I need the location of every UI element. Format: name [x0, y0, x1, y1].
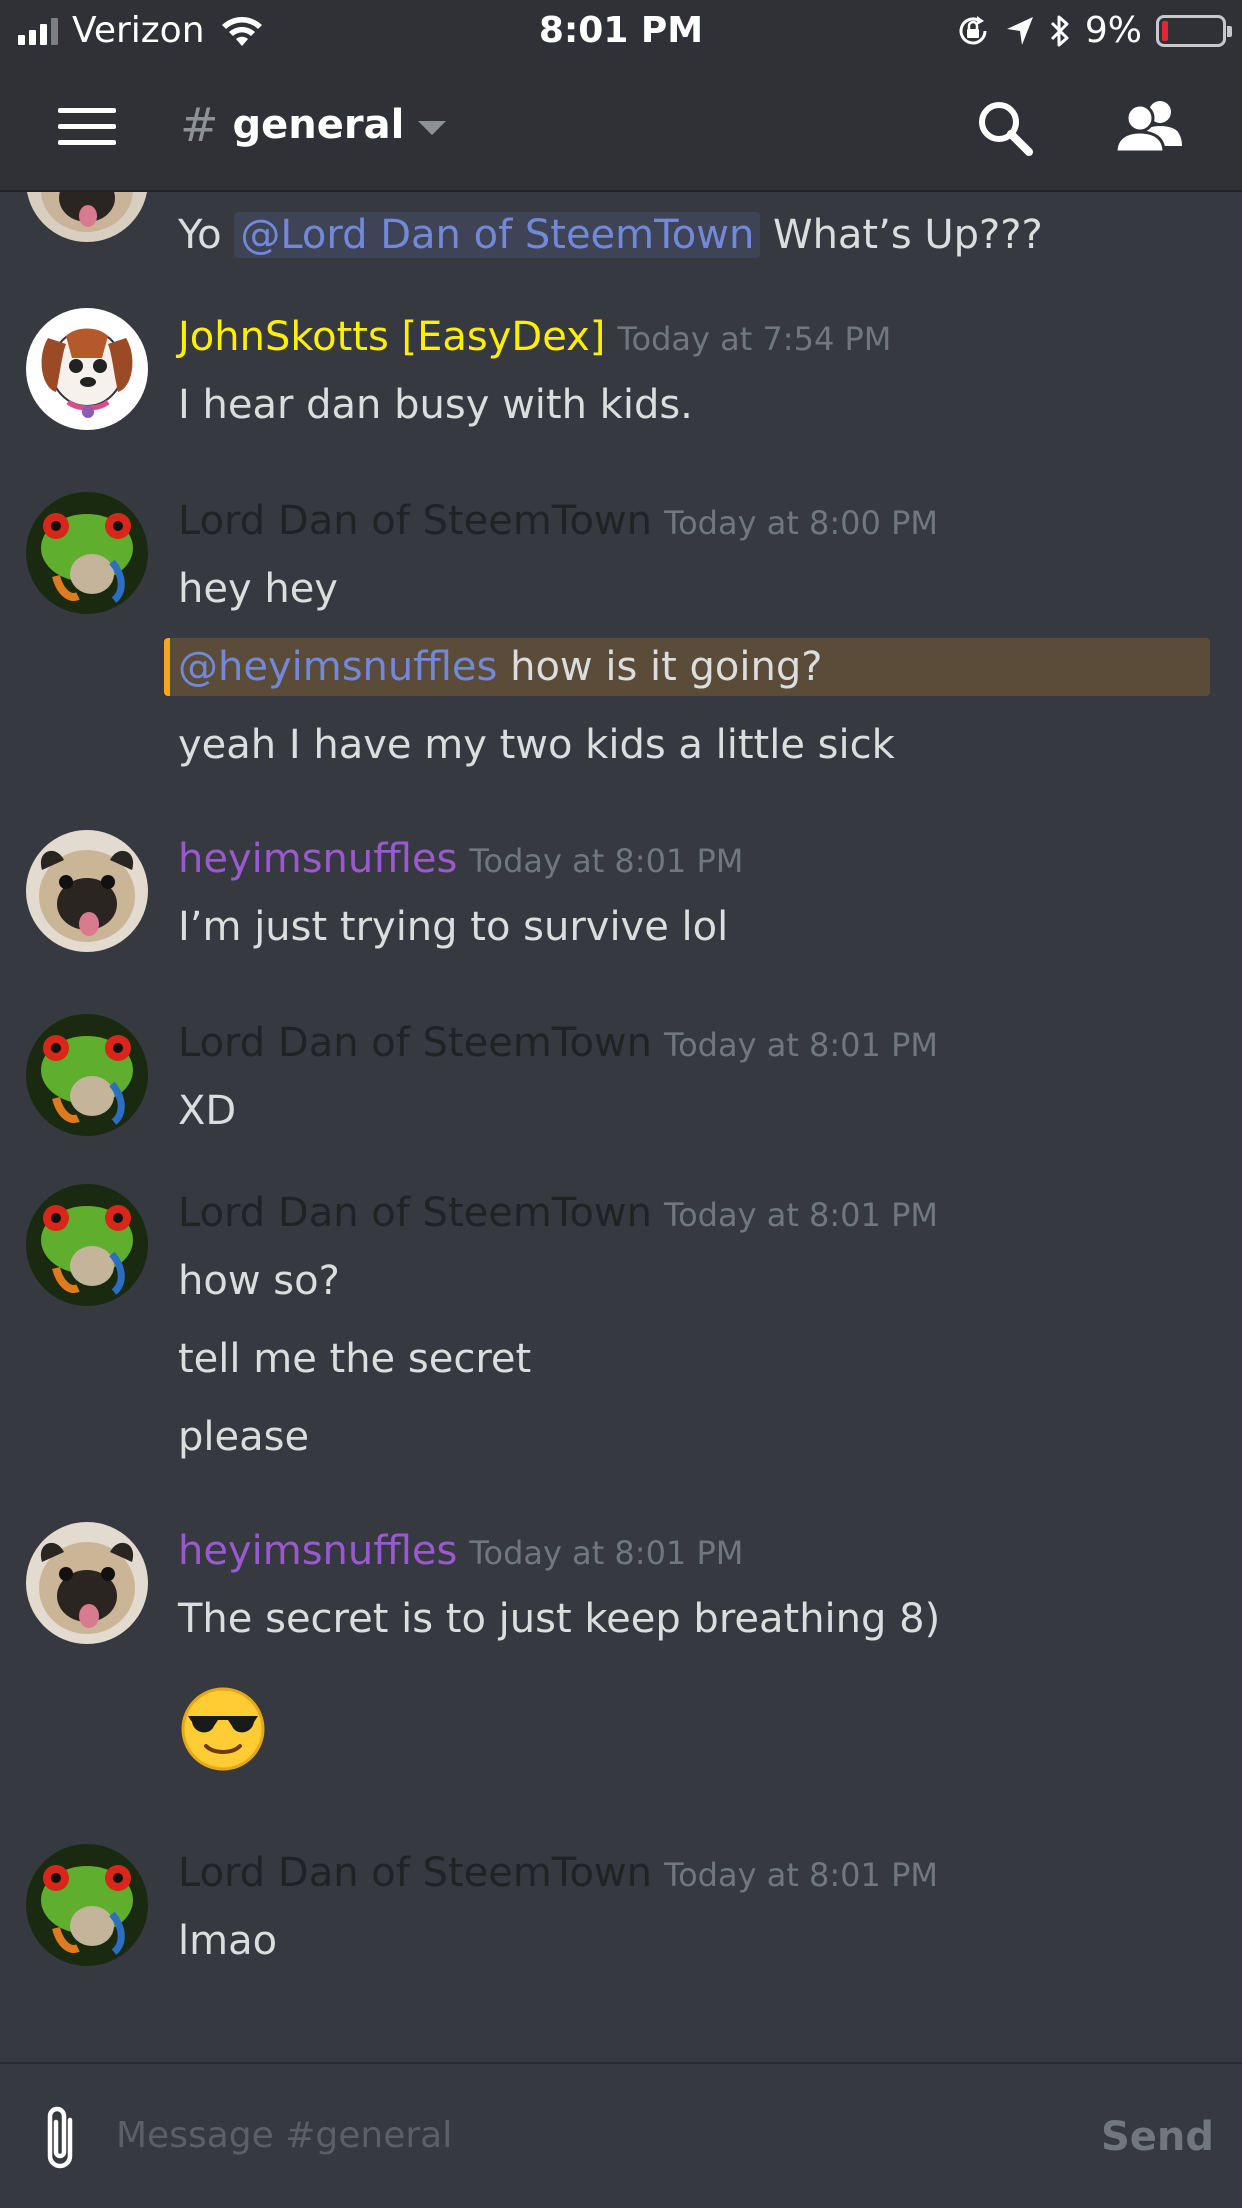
channel-header: # general: [0, 62, 1242, 192]
orientation-lock-icon: [959, 15, 987, 44]
members-icon[interactable]: [1112, 98, 1184, 158]
message-timestamp: Today at 8:01 PM: [469, 1534, 744, 1572]
paperclip-icon[interactable]: [36, 2102, 84, 2174]
message-line: XD: [178, 1088, 237, 1134]
message-line: yeah I have my two kids a little sick: [178, 722, 895, 768]
message-timestamp: Today at 7:54 PM: [617, 320, 892, 358]
message-username[interactable]: Lord Dan of SteemTown Today at 8:00 PM: [178, 498, 938, 544]
message-line: how so?: [178, 1258, 340, 1304]
message-line: The secret is to just keep breathing 8): [178, 1596, 941, 1642]
user-mention[interactable]: @heyimsnuffles: [178, 644, 497, 690]
chevron-down-icon: [418, 121, 447, 135]
message-line: @heyimsnuffles how is it going?: [178, 644, 823, 690]
battery-icon: [1156, 14, 1232, 47]
hamburger-menu-icon[interactable]: [58, 108, 116, 146]
channel-selector[interactable]: # general: [180, 98, 447, 152]
message-username[interactable]: JohnSkotts [EasyDex] Today at 7:54 PM: [178, 314, 891, 360]
channel-name: general: [232, 102, 405, 148]
avatar-heyimsnuffles[interactable]: [26, 192, 148, 242]
message-username[interactable]: heyimsnuffles Today at 8:01 PM: [178, 836, 743, 882]
avatar-heyimsnuffles[interactable]: [26, 1522, 148, 1644]
message-username[interactable]: Lord Dan of SteemTown Today at 8:01 PM: [178, 1020, 938, 1066]
battery-fill: [1162, 20, 1168, 41]
message-line: hey hey: [178, 566, 338, 612]
message-composer: Send: [0, 2062, 1242, 2208]
user-mention[interactable]: @Lord Dan of SteemTown: [234, 212, 761, 258]
message-line: I’m just trying to survive lol: [178, 904, 729, 950]
avatar-heyimsnuffles[interactable]: [26, 830, 148, 952]
message-username[interactable]: heyimsnuffles Today at 8:01 PM: [178, 1528, 743, 1574]
channel-hash-icon: #: [180, 98, 219, 152]
message-username[interactable]: Lord Dan of SteemTown Today at 8:01 PM: [178, 1190, 938, 1236]
sunglasses-emoji-icon[interactable]: [180, 1686, 266, 1772]
message-timestamp: Today at 8:01 PM: [663, 1196, 938, 1234]
battery-percent: 9%: [1084, 10, 1142, 51]
avatar-lord-dan[interactable]: [26, 492, 148, 614]
message-timestamp: Today at 8:01 PM: [663, 1856, 938, 1894]
message-line: please: [178, 1414, 310, 1460]
message-timestamp: Today at 8:00 PM: [663, 504, 938, 542]
message-username[interactable]: Lord Dan of SteemTown Today at 8:01 PM: [178, 1850, 938, 1896]
location-arrow-icon: [1006, 16, 1033, 45]
message-line: lmao: [178, 1918, 278, 1964]
send-button[interactable]: Send: [1101, 2114, 1214, 2160]
message-line: tell me the secret: [178, 1336, 532, 1382]
search-icon[interactable]: [975, 98, 1035, 158]
status-right: 9%: [955, 10, 1232, 51]
avatar-lord-dan[interactable]: [26, 1014, 148, 1136]
avatar-lord-dan[interactable]: [26, 1844, 148, 1966]
message-input[interactable]: [116, 2104, 1036, 2166]
bluetooth-icon: [1050, 15, 1069, 46]
avatar-lord-dan[interactable]: [26, 1184, 148, 1306]
message-timestamp: Today at 8:01 PM: [469, 842, 744, 880]
status-bar: Verizon 8:01 PM 9%: [0, 0, 1242, 62]
message-list[interactable]: Yo @Lord Dan of SteemTown What’s Up??? J…: [0, 192, 1242, 2062]
message-line: Yo @Lord Dan of SteemTown What’s Up???: [178, 212, 1043, 258]
message-line: I hear dan busy with kids.: [178, 382, 693, 428]
message-timestamp: Today at 8:01 PM: [663, 1026, 938, 1064]
avatar-johnskotts[interactable]: [26, 308, 148, 430]
